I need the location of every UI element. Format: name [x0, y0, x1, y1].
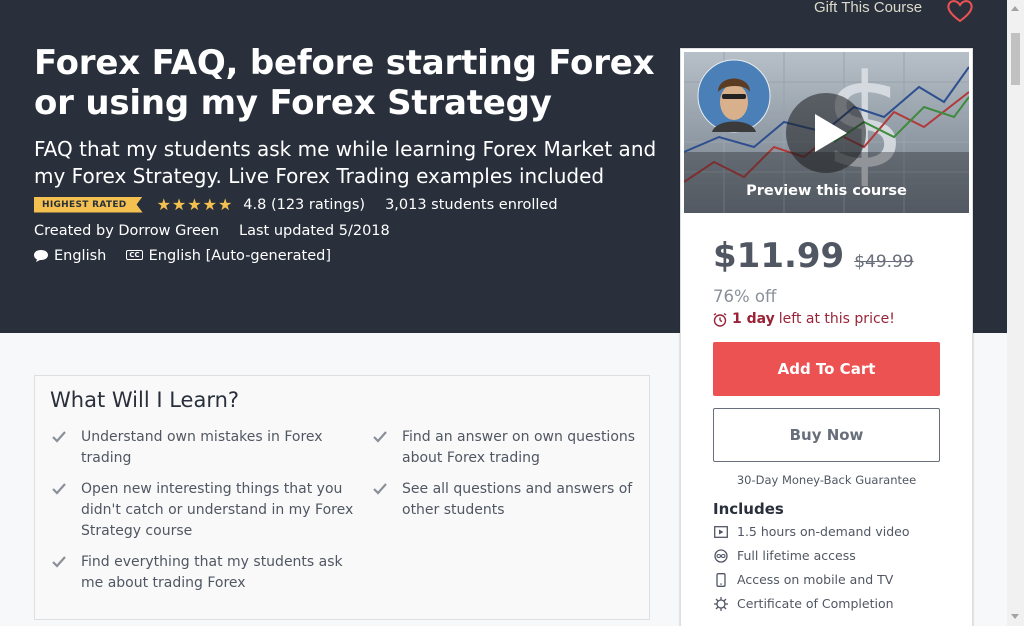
course-preview-video[interactable]: $ Preview this course [684, 52, 969, 213]
include-item: 1.5 hours on-demand video [713, 524, 910, 539]
scroll-up-arrow-icon[interactable] [1011, 6, 1019, 11]
include-label: Access on mobile and TV [737, 572, 894, 587]
learn-item-text: Find an answer on own questions about Fo… [402, 429, 636, 466]
price-block: $11.99 $49.99 [713, 236, 914, 276]
closed-captions-icon: CC [126, 250, 143, 260]
original-price: $49.99 [854, 252, 914, 272]
check-icon [52, 431, 66, 443]
include-label: Full lifetime access [737, 548, 856, 563]
infinity-icon [713, 548, 729, 563]
language-row: English CC English [Auto-generated] [34, 248, 331, 264]
mobile-icon [713, 572, 729, 587]
discount-percent: 76% off [713, 287, 777, 306]
course-title: Forex FAQ, before starting Forex or usin… [34, 43, 655, 123]
rating-text[interactable]: 4.8 (123 ratings) [243, 197, 365, 213]
preview-label: Preview this course [746, 183, 907, 199]
language: English [54, 248, 107, 264]
learn-item: Open new interesting things that you did… [50, 479, 355, 542]
check-icon [373, 483, 387, 495]
learn-item-text: Find everything that my students ask me … [81, 554, 343, 591]
learn-item: See all questions and answers of other s… [371, 479, 646, 521]
author-row: Created by Dorrow Green Last updated 5/2… [34, 223, 390, 239]
learn-item: Find an answer on own questions about Fo… [371, 427, 646, 469]
include-item: Certificate of Completion [713, 596, 894, 611]
created-by-label: Created by [34, 223, 114, 239]
page-scrollbar[interactable] [1007, 0, 1024, 626]
check-icon [52, 483, 66, 495]
highest-rated-badge: Highest rated [34, 197, 143, 213]
includes-heading: Includes [713, 500, 784, 518]
captions-language: English [Auto-generated] [148, 248, 331, 264]
star-rating-icon: ★★★★★ [156, 195, 234, 214]
last-updated: Last updated 5/2018 [239, 223, 390, 239]
students-enrolled: 3,013 students enrolled [385, 196, 558, 213]
money-back-guarantee: 30-Day Money-Back Guarantee [736, 473, 917, 487]
alarm-clock-icon [713, 312, 727, 327]
buy-now-button[interactable]: Buy Now [713, 408, 940, 462]
speech-bubble-icon [34, 250, 48, 262]
scrollbar-thumb[interactable] [1011, 33, 1020, 85]
learn-item: Understand own mistakes in Forex trading [50, 427, 355, 469]
include-item: Full lifetime access [713, 548, 856, 563]
timer-days: 1 day [732, 311, 775, 327]
rating-row: Highest rated ★★★★★ 4.8 (123 ratings) 3,… [34, 195, 558, 214]
scroll-down-arrow-icon[interactable] [1011, 614, 1019, 619]
include-label: Certificate of Completion [737, 596, 894, 611]
learn-item-text: See all questions and answers of other s… [402, 481, 633, 518]
check-icon [373, 431, 387, 443]
current-price: $11.99 [713, 236, 845, 276]
check-icon [52, 556, 66, 568]
video-icon [713, 525, 729, 539]
certificate-icon [713, 596, 729, 611]
add-to-cart-button[interactable]: Add To Cart [713, 342, 940, 396]
sale-timer: 1 day left at this price! [713, 311, 895, 327]
course-subtitle: FAQ that my students ask me while learni… [34, 137, 657, 188]
include-label: 1.5 hours on-demand video [737, 524, 910, 539]
what-will-i-learn-box: What Will I Learn? Understand own mistak… [34, 375, 650, 620]
gift-course-link[interactable]: Gift This Course [814, 0, 922, 18]
include-item: Access on mobile and TV [713, 572, 893, 587]
learn-heading: What Will I Learn? [50, 388, 240, 412]
learn-item: Find everything that my students ask me … [50, 552, 355, 594]
heart-icon[interactable] [945, 0, 975, 23]
timer-text: left at this price! [778, 311, 895, 327]
learn-item-text: Understand own mistakes in Forex trading [81, 429, 323, 466]
learn-item-text: Open new interesting things that you did… [81, 481, 354, 539]
author-link[interactable]: Dorrow Green [118, 223, 219, 239]
